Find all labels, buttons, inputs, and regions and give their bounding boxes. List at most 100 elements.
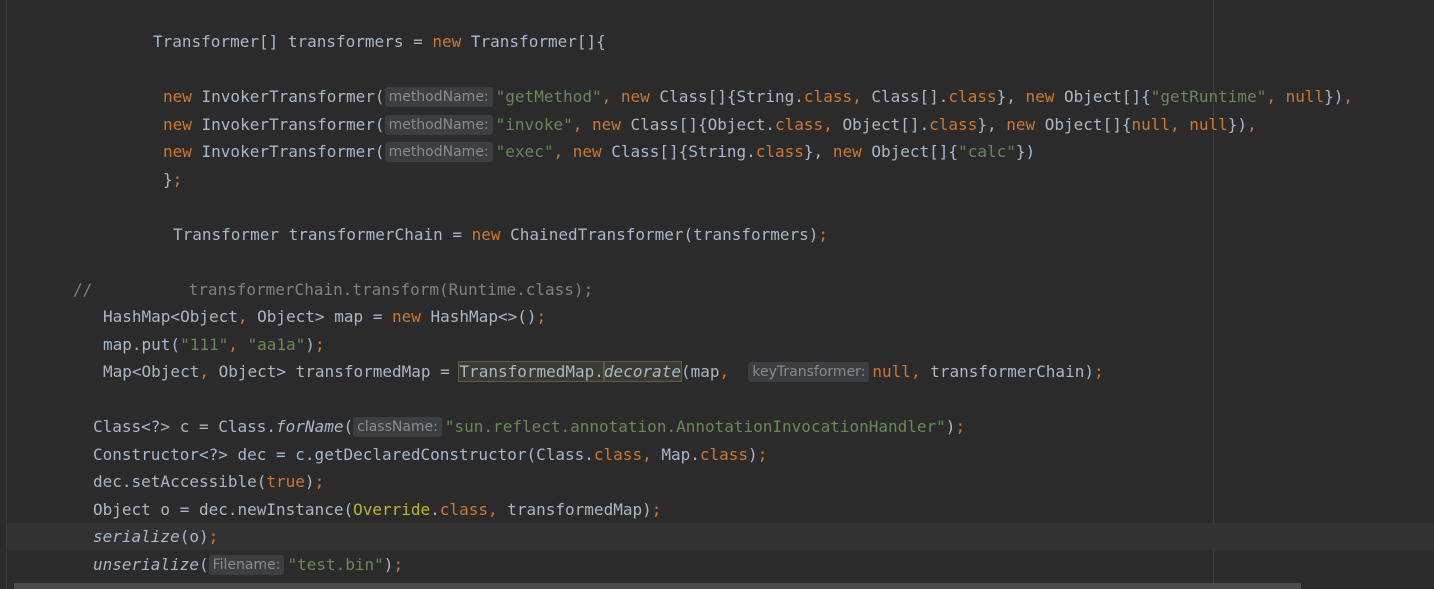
static-method-token: unserialize: [93, 555, 199, 574]
code-token: Class<?> c = Class.: [93, 417, 277, 436]
code-line[interactable]: // transformerChain.transform(Runtime.cl…: [73, 279, 593, 301]
keyword-token: class: [755, 142, 804, 161]
code-token: map.put(: [103, 335, 181, 354]
code-token: ): [748, 445, 758, 464]
code-token: ): [305, 335, 315, 354]
keyword-token: new: [572, 142, 612, 161]
code-token: Object o = dec.newInstance(: [93, 500, 354, 519]
keyword-token: new: [620, 87, 660, 106]
keyword-token: class: [593, 445, 643, 464]
keyword-token: ;: [651, 500, 662, 519]
code-line[interactable]: Transformer[] transformers = new Transfo…: [153, 31, 606, 53]
keyword-token: ,: [719, 362, 749, 381]
code-token: }: [163, 170, 173, 189]
code-token: }): [1015, 142, 1036, 161]
code-line[interactable]: Constructor<?> dec = c.getDeclaredConstr…: [93, 444, 767, 466]
keyword-token: null: [872, 362, 911, 381]
highlighted-token: decorate: [602, 361, 682, 382]
code-token: ChainedTransformer(transformers): [510, 225, 819, 244]
keyword-token: ,: [199, 362, 219, 381]
string-literal: "calc": [958, 142, 1016, 161]
keyword-token: class: [929, 115, 978, 134]
code-token: Object[]{: [1064, 87, 1151, 106]
keyword-token: class: [803, 87, 853, 106]
keyword-token: new: [1025, 87, 1065, 106]
code-token: ): [304, 472, 315, 491]
code-token: dec.setAccessible(: [93, 472, 267, 491]
code-token: Constructor<?> dec = c.getDeclaredConstr…: [93, 445, 594, 464]
keyword-token: new: [832, 142, 872, 161]
code-token: Class[]{String.: [659, 87, 804, 106]
code-line[interactable]: new InvokerTransformer(methodName: "getMe…: [163, 86, 1353, 108]
code-line[interactable]: Transformer transformerChain = new Chain…: [173, 224, 828, 246]
code-token: (o): [179, 527, 209, 546]
code-token: Transformer[]{: [470, 32, 606, 51]
keyword-token: class: [775, 115, 824, 134]
code-line[interactable]: map.put("111", "aa1a");: [103, 334, 325, 356]
code-line[interactable]: Map<Object, Object> transformedMap = Tra…: [103, 361, 1104, 383]
keyword-token: ,: [228, 335, 248, 354]
parameter-hint: methodName:: [384, 142, 493, 162]
code-line[interactable]: HashMap<Object, Object> map = new HashMa…: [103, 306, 546, 328]
code-token: Class[]{String.: [611, 142, 756, 161]
code-token: ): [945, 417, 956, 436]
keyword-token: class: [699, 445, 749, 464]
keyword-token: ,: [910, 362, 931, 381]
keyword-token: new: [471, 225, 511, 244]
string-literal: "sun.reflect.annotation.AnnotationInvoca…: [444, 417, 946, 436]
keyword-token: ,: [852, 87, 872, 106]
code-token: },: [977, 115, 1007, 134]
keyword-token: new: [391, 307, 431, 326]
keyword-token: class: [439, 500, 488, 519]
code-token: Map<Object: [103, 362, 200, 381]
code-line[interactable]: Class<?> c = Class.forName(className: "su…: [93, 416, 965, 438]
code-token: Object[]{: [871, 142, 959, 161]
string-literal: "getRuntime": [1150, 87, 1267, 106]
code-line[interactable]: unserialize(Filename: "test.bin");: [93, 554, 403, 576]
keyword-token: ,: [1170, 115, 1190, 134]
keyword-token: new: [1006, 115, 1045, 134]
keyword-token: ;: [757, 445, 768, 464]
parameter-hint: methodName:: [384, 87, 493, 107]
gutter-divider: [6, 0, 7, 589]
code-token: }): [1227, 115, 1248, 134]
code-line[interactable]: serialize(o);: [93, 526, 218, 548]
keyword-token: null: [1131, 115, 1170, 134]
keyword-token: ,: [1266, 87, 1286, 106]
code-editor[interactable]: Transformer[] transformers = new Transfo…: [0, 0, 1434, 589]
code-token: (: [198, 555, 209, 574]
keyword-token: new: [163, 115, 202, 134]
keyword-token: ,: [237, 307, 258, 326]
code-line[interactable]: new InvokerTransformer(methodName: "exec"…: [163, 141, 1035, 163]
keyword-token: ,: [572, 115, 592, 134]
keyword-token: class: [948, 87, 997, 106]
string-literal: "111": [180, 335, 229, 354]
current-line-highlight: [7, 523, 1434, 550]
keyword-token: null: [1189, 115, 1228, 134]
keyword-token: ;: [172, 170, 183, 189]
code-token: HashMap<>(): [430, 307, 537, 326]
static-method-token: serialize: [93, 527, 180, 546]
string-literal: "aa1a": [247, 335, 306, 354]
code-token: Map.: [661, 445, 700, 464]
keyword-token: ,: [553, 142, 573, 161]
code-token: Transformer[] transformers =: [153, 32, 433, 51]
code-token: Class[]{Object.: [630, 115, 776, 134]
code-token: InvokerTransformer(: [201, 142, 385, 161]
code-line[interactable]: };: [163, 169, 182, 191]
keyword-token: ,: [642, 445, 662, 464]
code-line[interactable]: new InvokerTransformer(methodName: "invok…: [163, 114, 1257, 136]
keyword-token: ;: [314, 472, 325, 491]
code-token: InvokerTransformer(: [201, 87, 385, 106]
highlighted-token: TransformedMap.: [458, 361, 605, 382]
code-line[interactable]: Object o = dec.newInstance(Override.clas…: [93, 499, 661, 521]
horizontal-scrollbar[interactable]: [14, 583, 1301, 589]
static-method-token: forName: [276, 417, 344, 436]
annotation-token: Override: [353, 500, 431, 519]
keyword-token: true: [266, 472, 305, 491]
code-line[interactable]: dec.setAccessible(true);: [93, 471, 324, 493]
keyword-token: ,: [1343, 87, 1354, 106]
keyword-token: ,: [823, 115, 843, 134]
keyword-token: new: [163, 87, 202, 106]
code-token: Transformer transformerChain =: [173, 225, 472, 244]
